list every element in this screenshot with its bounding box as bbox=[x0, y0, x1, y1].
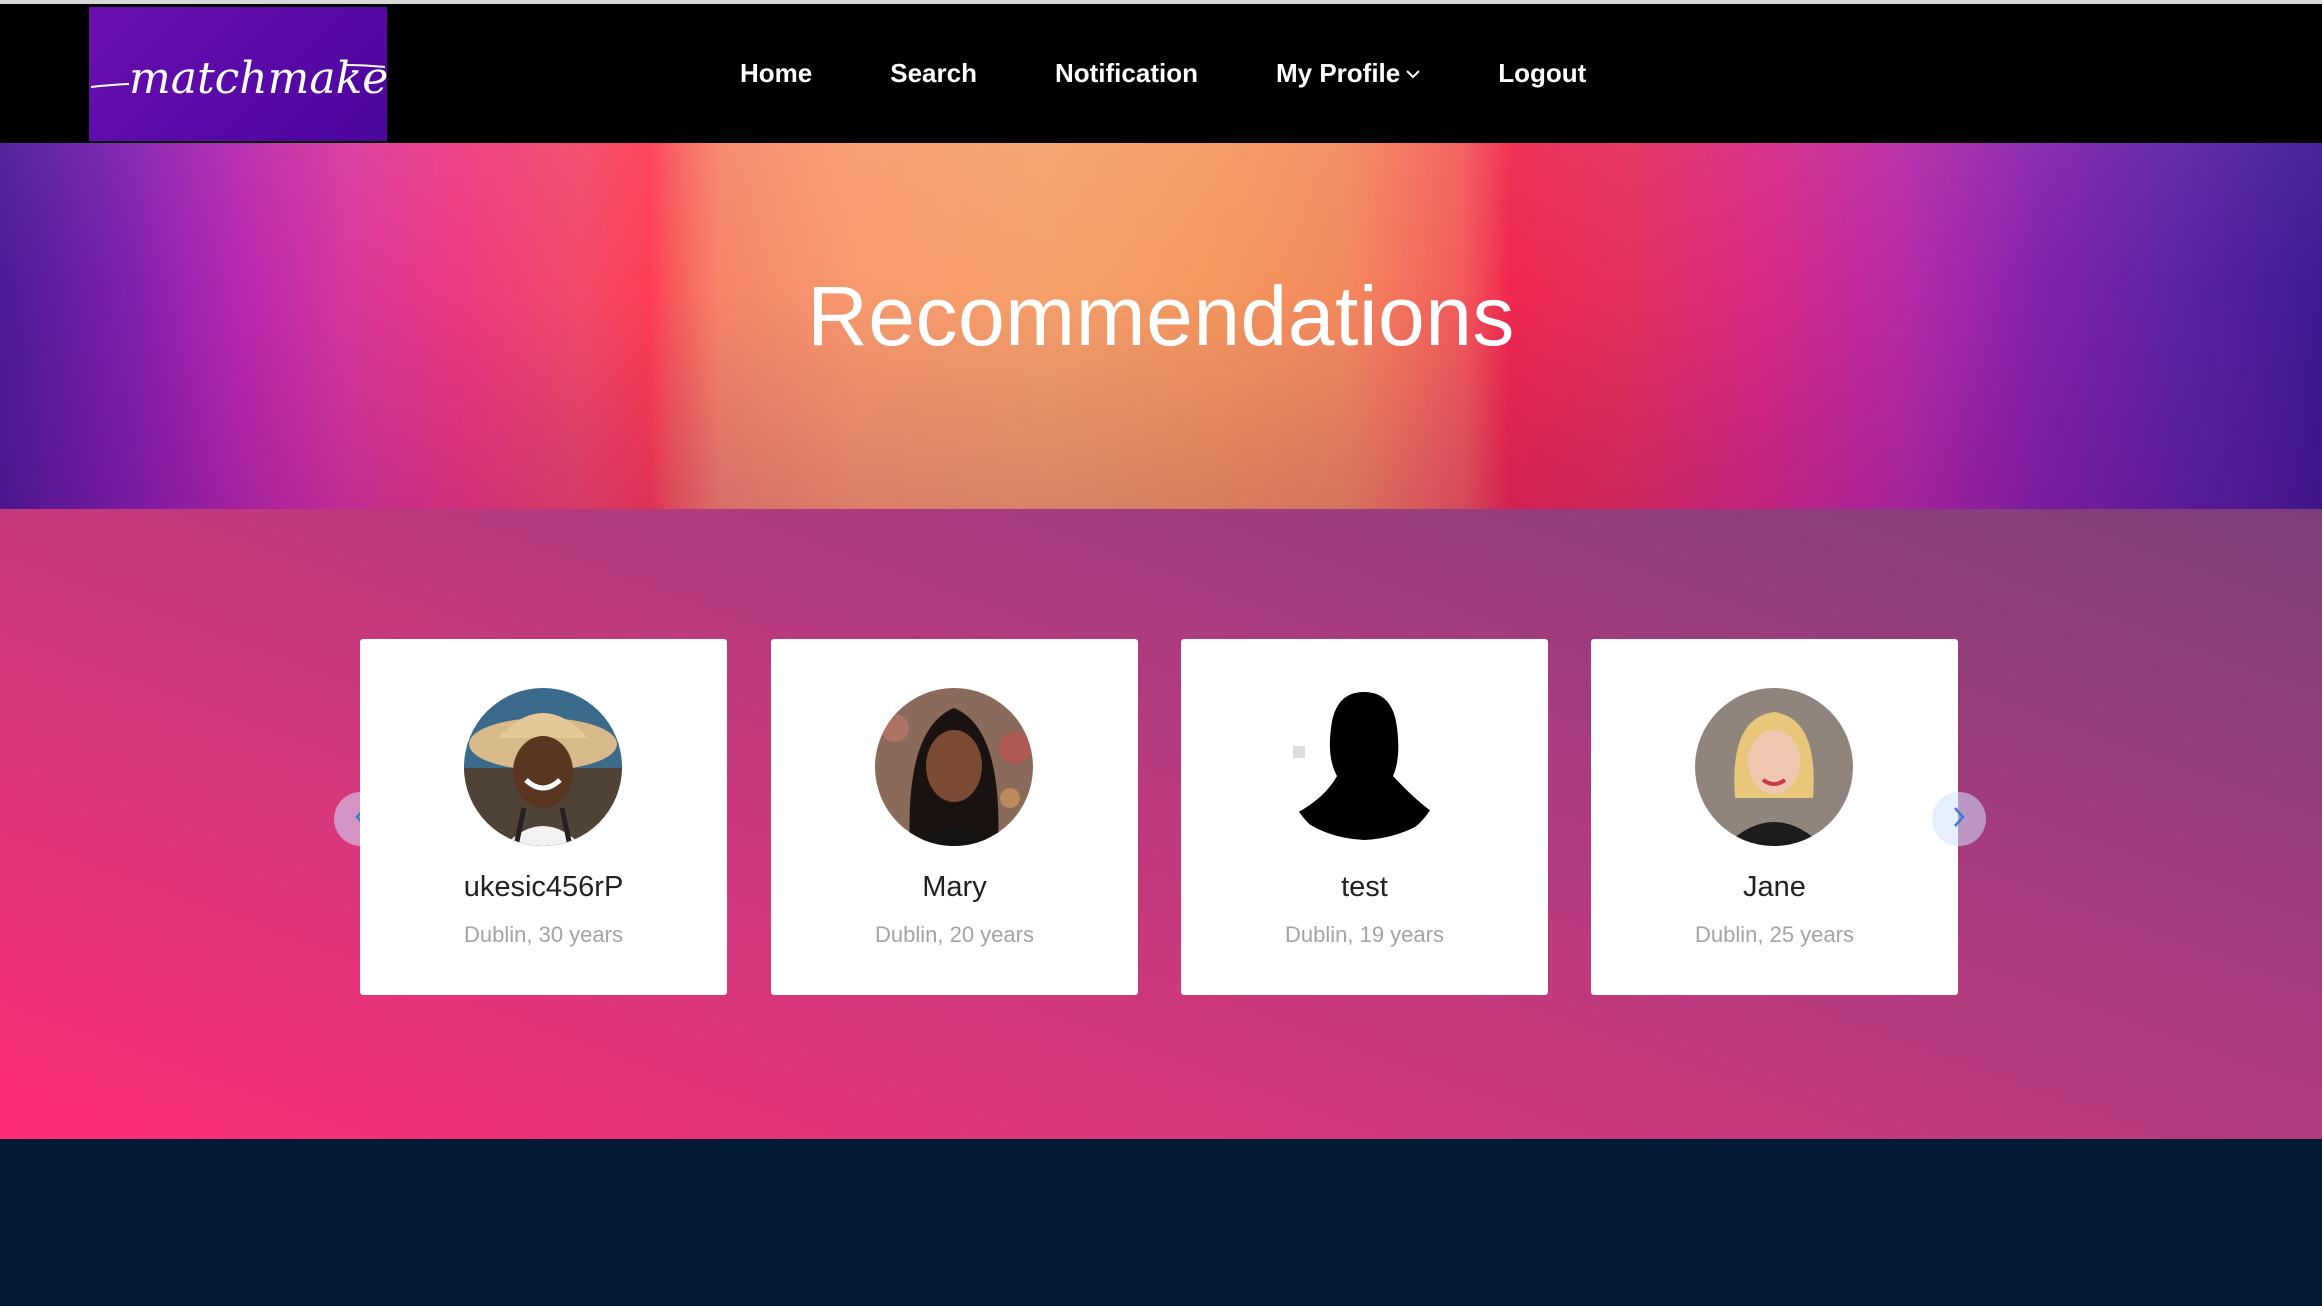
nav-home-label: Home bbox=[740, 58, 813, 88]
profile-card[interactable]: test Dublin, 19 years bbox=[1181, 639, 1548, 995]
profile-card[interactable]: Mary Dublin, 20 years bbox=[771, 639, 1138, 995]
recommendations-carousel: ukesic456rP Dublin, 30 years Mary Dublin… bbox=[0, 509, 2322, 1139]
nav-my-profile-label: My Profile bbox=[1275, 58, 1401, 88]
footer bbox=[0, 1139, 2322, 1306]
chevron-right-icon bbox=[1951, 806, 1967, 833]
profile-name: Jane bbox=[1743, 871, 1806, 903]
nav-logout[interactable]: Logout bbox=[1498, 58, 1586, 89]
matchmaker-logo[interactable]: matchmaker bbox=[89, 7, 387, 141]
avatar bbox=[464, 688, 622, 846]
avatar bbox=[875, 688, 1033, 846]
hero-banner: Recommendations bbox=[0, 143, 2322, 509]
navbar: matchmaker Home Search Notification My P… bbox=[0, 4, 2322, 143]
profile-location-age: Dublin, 25 years bbox=[1695, 922, 1854, 947]
logo-script-graphic: matchmaker bbox=[90, 53, 387, 104]
avatar bbox=[1695, 688, 1853, 846]
nav-my-profile-dropdown[interactable]: My Profile bbox=[1276, 58, 1420, 89]
recommendations-section: ukesic456rP Dublin, 30 years Mary Dublin… bbox=[0, 509, 2322, 1139]
profile-card[interactable]: Jane Dublin, 25 years bbox=[1591, 639, 1958, 995]
carousel-next-button[interactable] bbox=[1932, 792, 1986, 846]
profile-name: ukesic456rP bbox=[463, 871, 624, 903]
nav-notification[interactable]: Notification bbox=[1055, 58, 1198, 89]
profile-location-age: Dublin, 19 years bbox=[1285, 922, 1444, 947]
nav-search-label: Search bbox=[890, 58, 977, 88]
page-title: Recommendations bbox=[807, 269, 1515, 363]
profile-name: Mary bbox=[922, 871, 987, 903]
avatar bbox=[1285, 688, 1443, 846]
nav-search[interactable]: Search bbox=[890, 58, 977, 89]
chevron-down-icon bbox=[1406, 69, 1420, 79]
nav-notification-label: Notification bbox=[1054, 58, 1198, 88]
profile-card[interactable]: ukesic456rP Dublin, 30 years bbox=[360, 639, 727, 995]
profile-location-age: Dublin, 30 years bbox=[464, 922, 623, 947]
nav-logout-label: Logout bbox=[1498, 58, 1587, 88]
svg-text:matchmaker: matchmaker bbox=[129, 53, 387, 104]
profile-name: test bbox=[1341, 871, 1388, 903]
nav-home[interactable]: Home bbox=[740, 58, 812, 89]
profile-location-age: Dublin, 20 years bbox=[875, 922, 1034, 947]
main-nav: Home Search Notification My Profile Logo… bbox=[740, 4, 1664, 143]
